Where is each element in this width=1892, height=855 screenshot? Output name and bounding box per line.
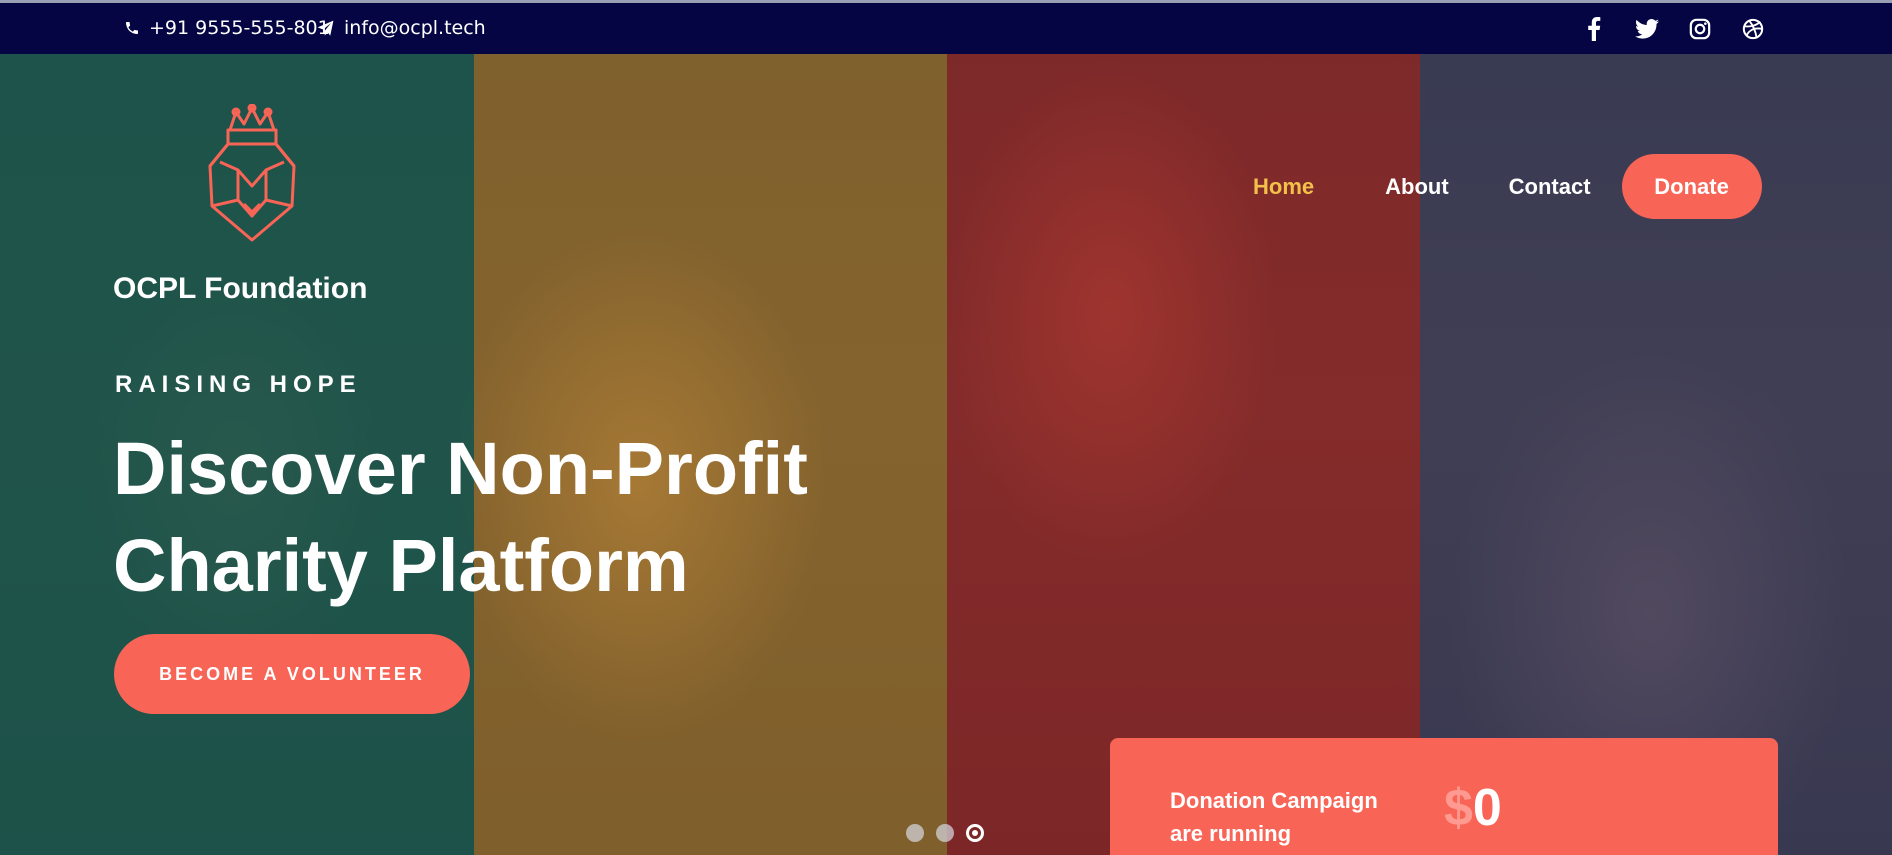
brand-name[interactable]: OCPL Foundation bbox=[113, 272, 367, 306]
hero-eyebrow: RAISING HOPE bbox=[115, 371, 362, 398]
slider-dot-3-active[interactable] bbox=[966, 824, 984, 842]
phone-number: +91 9555-555-801 bbox=[149, 17, 330, 39]
campaign-line-2: are running bbox=[1170, 821, 1292, 846]
slider-dots bbox=[906, 824, 984, 842]
main-nav: Home About Contact Donate bbox=[1253, 154, 1762, 219]
email-address: info@ocpl.tech bbox=[344, 17, 486, 39]
amount-value: 0 bbox=[1472, 779, 1502, 837]
social-links bbox=[1581, 16, 1765, 41]
headline-line-2: Charity Platform bbox=[113, 524, 689, 607]
paper-plane-icon bbox=[317, 20, 334, 36]
facebook-icon[interactable] bbox=[1581, 16, 1606, 41]
phone-icon bbox=[126, 22, 138, 34]
donate-button[interactable]: Donate bbox=[1621, 154, 1762, 219]
slider-dot-1[interactable] bbox=[906, 824, 924, 842]
campaign-text: Donation Campaign are running bbox=[1170, 784, 1420, 850]
slider-dot-2[interactable] bbox=[936, 824, 954, 842]
nav-contact[interactable]: Contact bbox=[1509, 174, 1591, 200]
hero-headline: Discover Non-Profit Charity Platform bbox=[113, 420, 808, 614]
headline-line-1: Discover Non-Profit bbox=[113, 427, 808, 510]
phone-contact[interactable]: +91 9555-555-801 bbox=[124, 17, 330, 39]
campaign-line-1: Donation Campaign bbox=[1170, 788, 1378, 813]
top-bar: +91 9555-555-801 info@ocpl.tech bbox=[0, 0, 1892, 54]
donation-campaign-card: Donation Campaign are running $0 bbox=[1110, 738, 1778, 855]
currency-symbol: $ bbox=[1444, 779, 1473, 837]
nav-about[interactable]: About bbox=[1385, 174, 1449, 200]
crowned-lion-shield-icon[interactable] bbox=[206, 103, 298, 248]
twitter-icon[interactable] bbox=[1634, 16, 1659, 41]
hero-section: OCPL Foundation Home About Contact Donat… bbox=[0, 54, 1892, 855]
campaign-amount: $0 bbox=[1444, 778, 1502, 838]
become-volunteer-button[interactable]: BECOME A VOLUNTEER bbox=[114, 634, 470, 714]
instagram-icon[interactable] bbox=[1687, 16, 1712, 41]
nav-home[interactable]: Home bbox=[1253, 174, 1314, 200]
dribbble-icon[interactable] bbox=[1740, 16, 1765, 41]
email-contact[interactable]: info@ocpl.tech bbox=[316, 17, 486, 39]
